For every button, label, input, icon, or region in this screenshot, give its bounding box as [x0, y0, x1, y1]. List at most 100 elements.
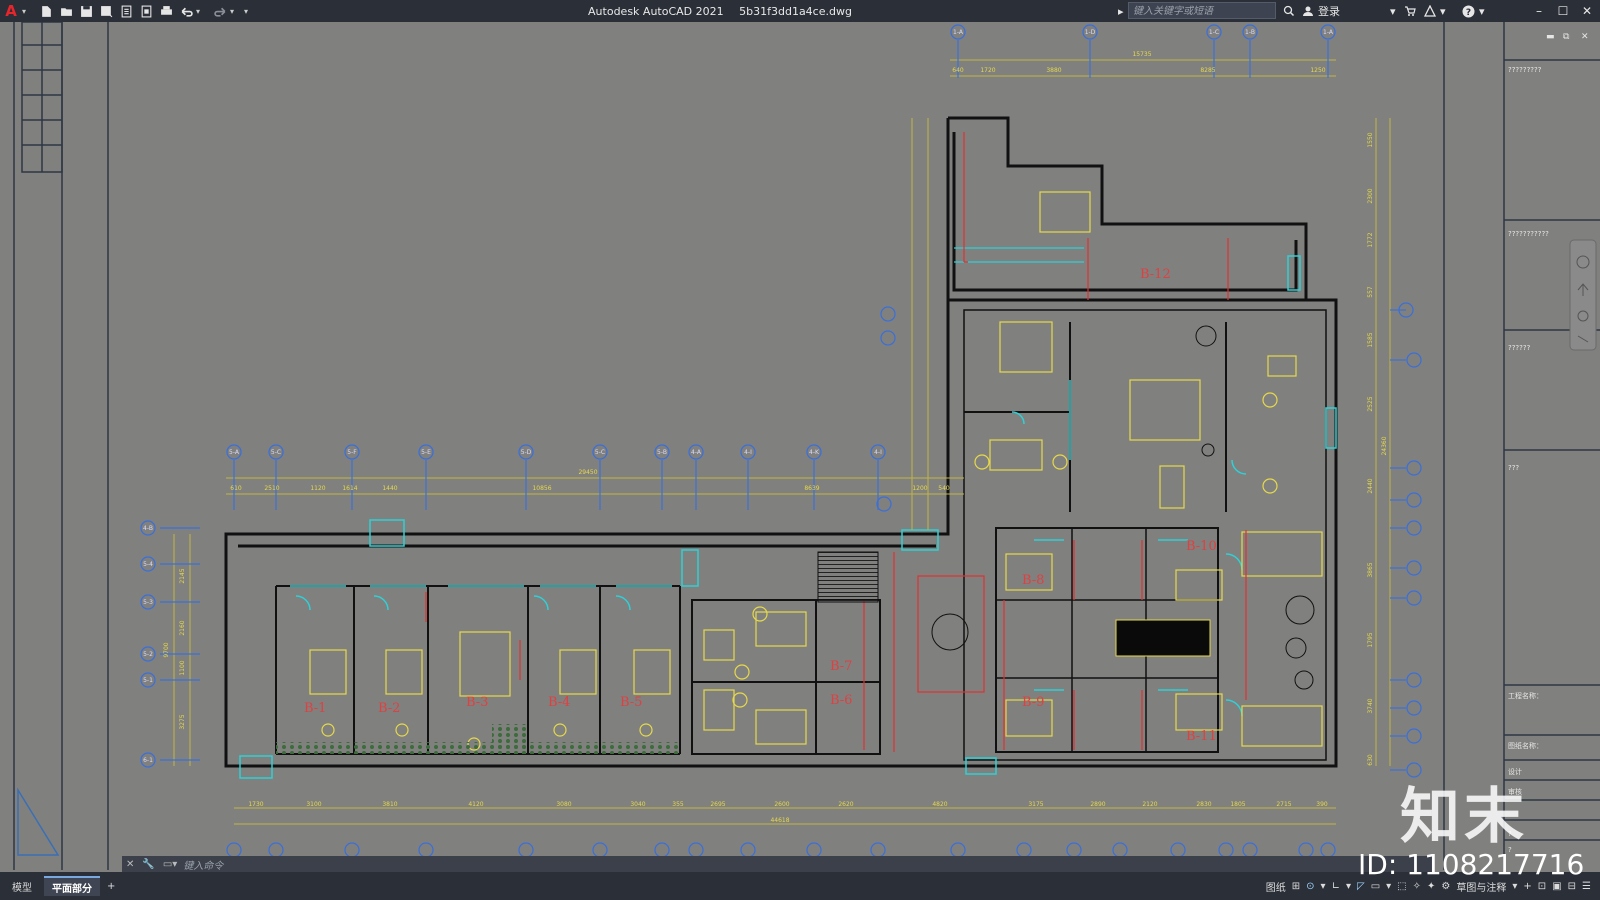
title-block-note: ??????????? — [1508, 230, 1549, 238]
room-label: B-7 — [830, 659, 852, 674]
polar-dropdown-icon[interactable]: ▾ — [1343, 875, 1354, 897]
command-customize-icon[interactable]: 🔧 — [142, 859, 154, 870]
axis-label: 5-F — [347, 449, 357, 456]
plot-preview-icon[interactable] — [137, 2, 155, 20]
watermark-id: ID: 1108217716 — [1358, 848, 1585, 881]
axis-label: 1-C — [1209, 29, 1219, 36]
doors-windows — [239, 247, 1337, 779]
snap-dropdown-icon[interactable]: ▾ — [1318, 875, 1329, 897]
dimension-text: 2600 — [774, 801, 789, 808]
title-bar: A ▾ ▾ ▾ ▾ Autodesk AutoCAD 2021 5b31f3dd… — [0, 0, 1600, 22]
axis-label: 6-1 — [143, 757, 153, 764]
autocad-logo-icon[interactable]: A — [0, 0, 22, 22]
login-dropdown-icon[interactable]: ▾ — [1390, 0, 1396, 22]
axis-label: 5-4 — [143, 561, 153, 568]
help-icon[interactable]: ? — [1462, 0, 1475, 22]
user-icon[interactable] — [1302, 0, 1314, 22]
dimension-text: 44618 — [770, 817, 789, 824]
new-file-icon[interactable] — [37, 2, 55, 20]
search-icon[interactable] — [1283, 0, 1295, 22]
cart-icon[interactable] — [1404, 0, 1416, 22]
maximize-icon[interactable]: ☐ — [1552, 0, 1574, 22]
axis-label: 5-C — [271, 449, 281, 456]
redo-icon[interactable] — [211, 2, 229, 20]
title-block-note: 图纸名称： — [1508, 741, 1543, 750]
undo-dropdown-icon[interactable]: ▾ — [196, 7, 200, 16]
room-label: B-11 — [1186, 729, 1217, 744]
command-close-icon[interactable]: ✕ — [126, 859, 134, 870]
dimension-text: 15735 — [1132, 51, 1151, 58]
close-icon[interactable]: ✕ — [1576, 0, 1598, 22]
publish-icon[interactable] — [117, 2, 135, 20]
open-folder-icon[interactable] — [57, 2, 75, 20]
axis-label: 5-3 — [143, 599, 153, 606]
snap-icon[interactable]: ⊙ — [1303, 875, 1317, 897]
dimension-text: 1585 — [1367, 332, 1374, 347]
dimension-text: 1795 — [1367, 632, 1374, 647]
room-label: B-6 — [830, 693, 852, 708]
axis-label: 5-B — [657, 449, 667, 456]
room-label: B-10 — [1186, 539, 1217, 554]
undo-icon[interactable] — [177, 2, 195, 20]
floor-plan-drawing: B-1 B-2 B-3 B-4 B-5 B-6 B-7 B-8 B-9 B-10… — [13, 22, 1600, 870]
axis-label: 1-D — [1085, 29, 1096, 36]
dimension-text: 2525 — [1367, 396, 1374, 411]
dimension-text: 2300 — [1367, 188, 1374, 203]
save-icon[interactable] — [77, 2, 95, 20]
drawing-canvas[interactable]: B-1 B-2 B-3 B-4 B-5 B-6 B-7 B-8 B-9 B-10… — [0, 22, 1600, 872]
dimension-text: 3740 — [1367, 698, 1374, 713]
dimension-text: 3880 — [1046, 67, 1061, 74]
svg-text:?: ? — [1466, 8, 1471, 18]
dimension-text: 2510 — [264, 485, 279, 492]
dimension-text: 8285 — [1200, 67, 1215, 74]
viewport-controls[interactable]: ▬ ⧉ ✕ — [1546, 32, 1589, 42]
dimension-text: 3275 — [179, 714, 186, 729]
dimension-text: 3100 — [306, 801, 321, 808]
help-dropdown-icon[interactable]: ▾ — [1479, 0, 1485, 22]
minimize-icon[interactable]: – — [1528, 0, 1550, 22]
command-history-icon[interactable]: ▭▾ — [163, 859, 177, 870]
login-link[interactable]: 登录 — [1318, 0, 1340, 22]
save-as-icon[interactable] — [97, 2, 115, 20]
search-input[interactable]: 键入关键字或短语 — [1128, 2, 1276, 19]
app-dropdown-icon[interactable]: ▾ — [1440, 0, 1446, 22]
dimension-text: 4820 — [932, 801, 947, 808]
command-input[interactable]: 键入命令 — [183, 857, 223, 872]
dimension-text: 2145 — [179, 568, 186, 583]
dimension-text: 3810 — [382, 801, 397, 808]
customize-toolbar-icon[interactable]: ▾ — [244, 7, 248, 16]
tab-plan-layout[interactable]: 平面部分 — [44, 876, 100, 896]
navigation-bar[interactable] — [1569, 239, 1597, 351]
command-line[interactable]: ✕ 🔧 ▭▾ 键入命令 — [122, 856, 1432, 872]
redo-dropdown-icon[interactable]: ▾ — [230, 7, 234, 16]
viewport-restore-icon[interactable]: ⧉ — [1563, 32, 1570, 42]
axis-label: 4-K — [809, 449, 820, 456]
paper-space-toggle[interactable]: 图纸 — [1263, 875, 1289, 897]
drawing-frame — [13, 22, 1600, 870]
ortho-icon[interactable]: ∟ — [1329, 875, 1343, 897]
title-block-note: 工程名称： — [1508, 691, 1543, 700]
tab-model[interactable]: 模型 — [4, 877, 40, 895]
viewport-minimize-icon[interactable]: ▬ — [1546, 32, 1555, 42]
dimension-text: 9700 — [163, 642, 170, 657]
viewport-close-icon[interactable]: ✕ — [1581, 32, 1589, 42]
grid-icon[interactable]: ⊞ — [1289, 875, 1303, 897]
room-label: B-3 — [466, 695, 488, 710]
dimension-text: 3865 — [1367, 562, 1374, 577]
expand-search-icon[interactable]: ▸ — [1118, 0, 1124, 22]
app-menu-caret-icon[interactable]: ▾ — [22, 7, 26, 16]
dimension-text: 2890 — [1090, 801, 1105, 808]
dimension-text: 1120 — [310, 485, 325, 492]
title-block-note: ?????? — [1508, 344, 1531, 352]
watermark-logo: 知末 — [1400, 782, 1528, 852]
add-layout-icon[interactable]: + — [104, 875, 118, 897]
autodesk-app-icon[interactable] — [1423, 0, 1437, 22]
title-block-note: ??? — [1508, 464, 1519, 472]
room-label: B-12 — [1140, 267, 1171, 282]
dimension-text: 10856 — [532, 485, 551, 492]
print-icon[interactable] — [157, 2, 175, 20]
axis-label: 1-A — [1323, 29, 1334, 36]
stair-hatch — [817, 551, 879, 603]
dimension-text: 2160 — [179, 620, 186, 635]
dimension-text: 8639 — [804, 485, 819, 492]
